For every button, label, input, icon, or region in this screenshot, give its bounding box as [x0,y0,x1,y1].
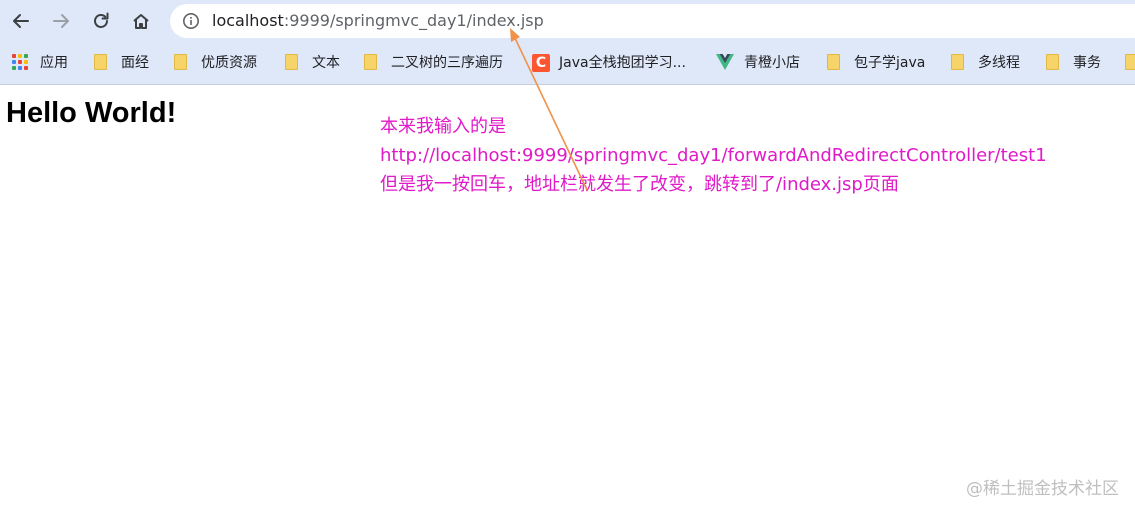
bookmark-folder-transaction[interactable]: 事务 [1045,52,1101,72]
bookmark-apps[interactable]: 应用 [12,52,68,72]
annotation-line-2: http://localhost:9999/springmvc_day1/for… [380,145,1047,166]
bookmark-label: 多线程 [978,55,1020,71]
browser-toolbar: localhost:9999/springmvc_day1/index.jsp [0,0,1135,42]
bookmark-folder-overflow[interactable] [1124,52,1135,72]
forward-arrow-icon [53,14,69,28]
csdn-c-icon: C [532,54,550,72]
annotation-line-3: 但是我一按回车，地址栏就发生了改变，跳转到了/index.jsp页面 [380,174,899,195]
bookmark-label: Java全栈抱团学习... [559,55,686,71]
folder-icon [93,54,109,70]
annotation-text: 本来我输入的是 http://localhost:9999/springmvc_… [380,112,1047,199]
url-path: :9999/springmvc_day1/index.jsp [283,11,544,30]
bookmark-label: 二叉树的三序遍历 [391,55,503,71]
folder-icon [1124,54,1135,70]
bookmark-folder-text[interactable]: 文本 [284,52,340,72]
bookmark-label: 应用 [40,55,68,71]
bookmark-qingcheng-shop[interactable]: 青橙小店 [716,52,800,72]
apps-grid-icon [12,54,28,70]
info-icon[interactable] [182,12,200,30]
url-text[interactable]: localhost:9999/springmvc_day1/index.jsp [212,11,544,31]
bookmark-label: 优质资源 [201,55,257,71]
folder-icon [950,54,966,70]
bookmark-folder-mianjing[interactable]: 面经 [93,52,149,72]
forward-button[interactable] [46,6,76,36]
back-arrow-icon [13,14,29,28]
bookmark-folder-baozi-java[interactable]: 包子学java [826,52,925,72]
reload-button[interactable] [86,6,116,36]
bookmark-label: 面经 [121,55,149,71]
folder-icon [363,54,379,70]
reload-icon [94,12,109,28]
folder-icon [826,54,842,70]
folder-icon [173,54,189,70]
back-button[interactable] [6,6,36,36]
address-bar[interactable]: localhost:9999/springmvc_day1/index.jsp [170,4,1135,38]
folder-icon [1045,54,1061,70]
url-host: localhost [212,11,284,30]
vue-icon [716,54,734,70]
bookmark-folder-quality[interactable]: 优质资源 [173,52,257,72]
page-heading: Hello World! [6,97,177,129]
bookmark-label: 事务 [1073,55,1101,71]
home-button[interactable] [126,6,156,36]
bookmark-label: 文本 [312,55,340,71]
bookmark-folder-multithread[interactable]: 多线程 [950,52,1020,72]
bookmark-label: 青橙小店 [744,55,800,71]
folder-icon [284,54,300,70]
bookmark-folder-binary-tree[interactable]: 二叉树的三序遍历 [363,52,503,72]
home-icon [133,14,149,29]
watermark: @稀土掘金技术社区 [966,479,1119,499]
bookmarks-bar: 应用 面经 优质资源 文本 二叉树的三序遍历 C Java全栈抱团学习... 青… [0,44,1135,80]
browser-chrome: localhost:9999/springmvc_day1/index.jsp … [0,0,1135,85]
bookmark-label: 包子学java [854,55,926,71]
annotation-line-1: 本来我输入的是 [380,116,506,137]
bookmark-java-fullstack[interactable]: C Java全栈抱团学习... [532,52,686,72]
